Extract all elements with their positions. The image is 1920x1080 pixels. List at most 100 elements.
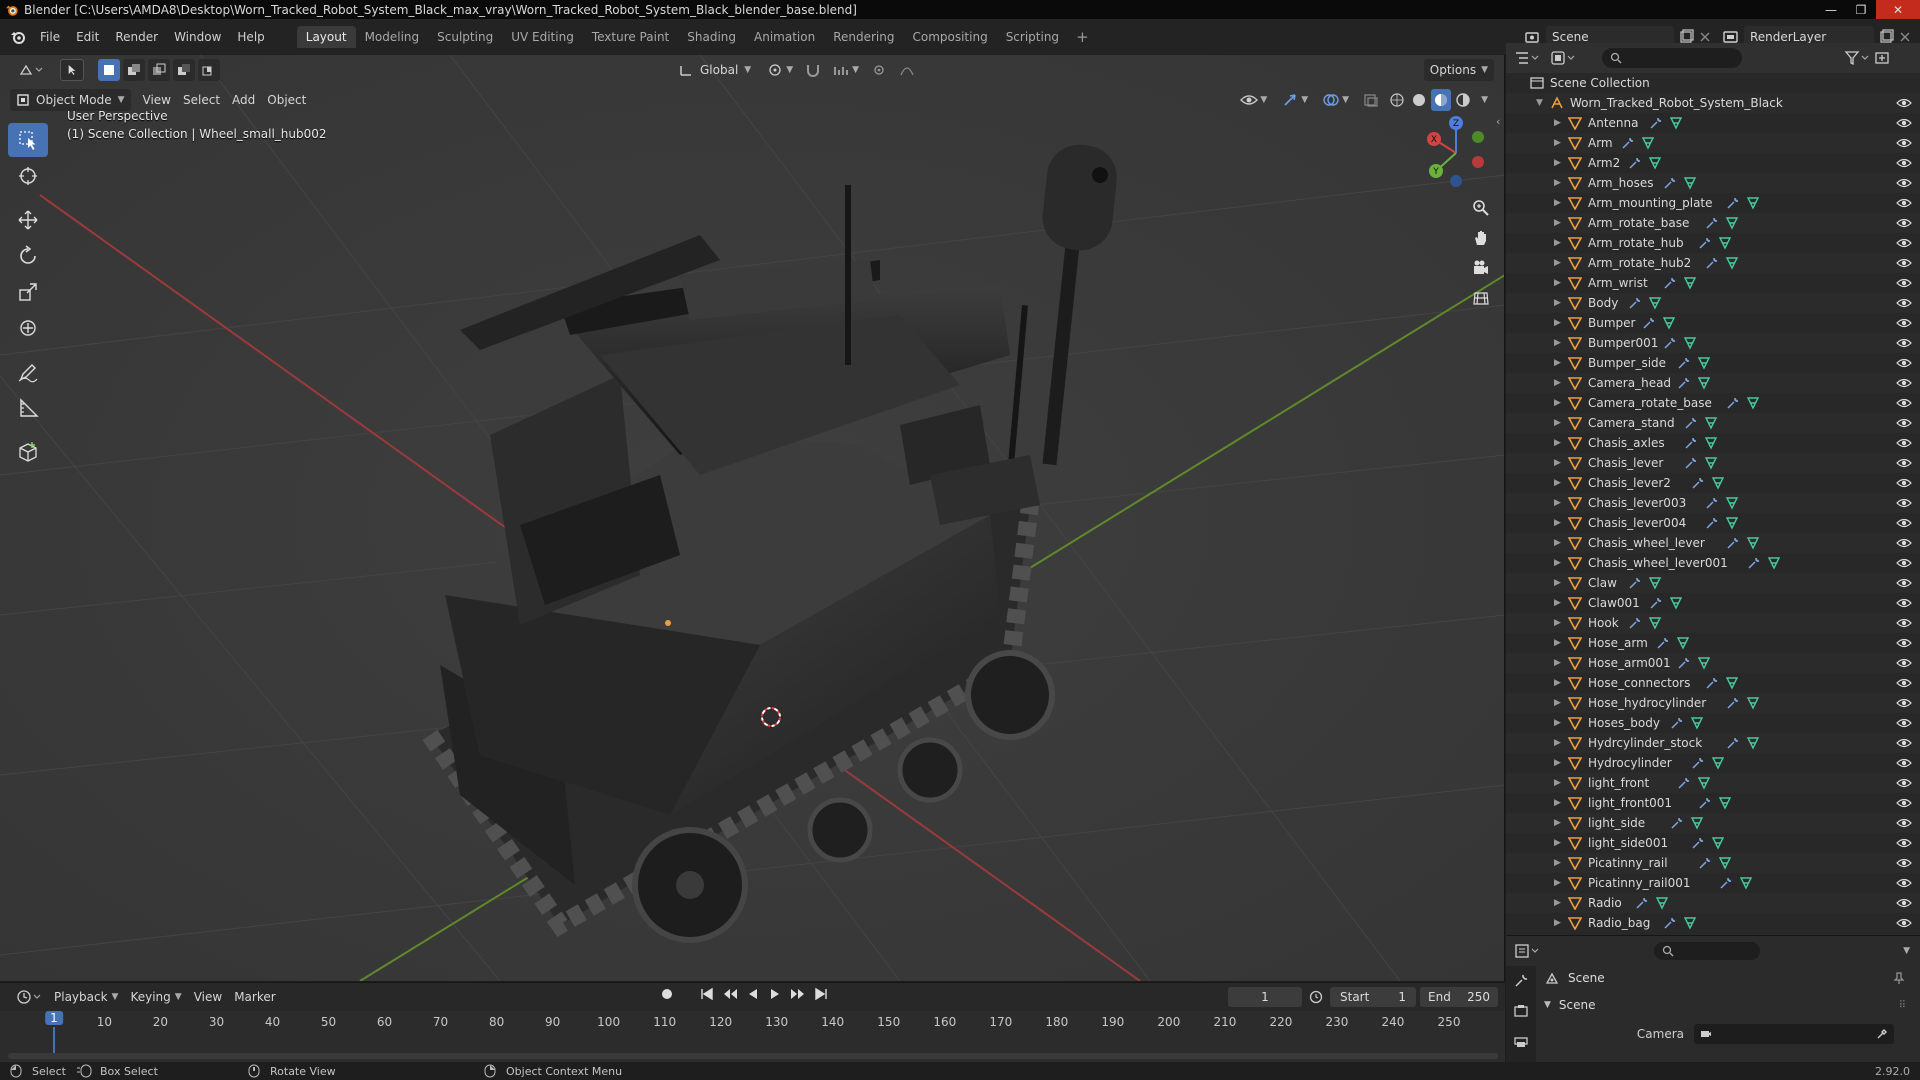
eye-icon[interactable] [1896,237,1912,249]
eye-icon[interactable] [1896,797,1912,809]
overlays-toggle[interactable]: ▼ [1316,89,1355,111]
delete-view-layer-icon[interactable] [1898,30,1912,44]
expand-chevron-icon[interactable]: ▶ [1554,298,1561,308]
outliner-item-radio[interactable]: ▶ Radio [1506,893,1920,913]
pivot-point-dropdown[interactable]: ▼ [761,59,799,81]
outliner-item-arm-rotate-hub2[interactable]: ▶ Arm_rotate_hub2 [1506,253,1920,273]
expand-chevron-icon[interactable]: ▶ [1554,438,1561,448]
eye-icon[interactable] [1896,457,1912,469]
expand-chevron-icon[interactable]: ▶ [1554,598,1561,608]
modifier-wrench-icon[interactable] [1670,816,1684,830]
outliner-item-arm-wrist[interactable]: ▶ Arm_wrist [1506,273,1920,293]
modifier-wrench-icon[interactable] [1684,456,1698,470]
zoom-button[interactable] [1468,195,1494,221]
menu-file[interactable]: File [32,27,68,47]
modifier-wrench-icon[interactable] [1684,436,1698,450]
mesh-data-icon[interactable] [1711,476,1725,490]
outliner-item-bumper001[interactable]: ▶ Bumper001 [1506,333,1920,353]
outliner-item-chasis-lever004[interactable]: ▶ Chasis_lever004 [1506,513,1920,533]
mesh-data-icon[interactable] [1718,856,1732,870]
eye-icon[interactable] [1896,397,1912,409]
expand-chevron-icon[interactable]: ▶ [1554,318,1561,328]
expand-chevron-icon[interactable]: ▶ [1554,118,1561,128]
select-subtract-button[interactable] [148,59,170,81]
expand-chevron-icon[interactable]: ▶ [1554,158,1561,168]
mesh-data-icon[interactable] [1683,276,1697,290]
navigation-gizmo[interactable]: Z X Y [1418,113,1498,193]
eye-icon[interactable] [1896,597,1912,609]
modifier-wrench-icon[interactable] [1649,596,1663,610]
properties-editor-type-icon[interactable] [1514,943,1540,959]
mesh-data-icon[interactable] [1718,796,1732,810]
snap-toggle[interactable] [799,59,827,81]
tab-shading[interactable]: Shading [678,26,745,48]
select-invert-button[interactable] [173,59,195,81]
expand-chevron-icon[interactable]: ▶ [1554,918,1561,928]
eye-icon[interactable] [1896,577,1912,589]
outliner-item-hose-arm001[interactable]: ▶ Hose_arm001 [1506,653,1920,673]
mesh-data-icon[interactable] [1711,836,1725,850]
outliner-item-hook[interactable]: ▶ Hook [1506,613,1920,633]
modifier-wrench-icon[interactable] [1747,556,1761,570]
eye-icon[interactable] [1896,697,1912,709]
mesh-data-icon[interactable] [1683,916,1697,930]
eye-icon[interactable] [1896,637,1912,649]
eye-icon[interactable] [1896,437,1912,449]
pan-button[interactable] [1468,225,1494,251]
select-intersect-button[interactable] [198,59,220,81]
modifier-wrench-icon[interactable] [1705,676,1719,690]
modifier-wrench-icon[interactable] [1705,516,1719,530]
modifier-wrench-icon[interactable] [1628,576,1642,590]
toggle-projection-button[interactable] [1468,285,1494,311]
modifier-wrench-icon[interactable] [1670,716,1684,730]
expand-chevron-icon[interactable]: ▶ [1554,638,1561,648]
tab-output-properties[interactable] [1506,1026,1536,1056]
tab-tool-properties[interactable] [1506,966,1536,996]
modifier-wrench-icon[interactable] [1656,636,1670,650]
panel-drag-handle-icon[interactable]: ⠿ [1899,1000,1906,1011]
shading-options-dropdown[interactable]: ▼ [1475,89,1494,111]
expand-chevron-icon[interactable]: ▶ [1554,578,1561,588]
scene-panel-header[interactable]: ▼ Scene ⠿ [1544,994,1914,1016]
expand-chevron-icon[interactable]: ▶ [1554,538,1561,548]
chevron-down-icon[interactable]: ▼ [1903,946,1910,956]
modifier-wrench-icon[interactable] [1677,376,1691,390]
expand-chevron-icon[interactable]: ▶ [1554,258,1561,268]
modifier-wrench-icon[interactable] [1705,256,1719,270]
shading-material-button[interactable] [1431,89,1452,111]
modifier-wrench-icon[interactable] [1663,336,1677,350]
outliner-item-bumper[interactable]: ▶ Bumper [1506,313,1920,333]
maximize-button[interactable]: ❐ [1846,0,1876,19]
shading-rendered-button[interactable] [1453,89,1473,111]
tab-uv-editing[interactable]: UV Editing [502,26,583,48]
tab-modeling[interactable]: Modeling [356,26,429,48]
outliner-item-arm-mounting-plate[interactable]: ▶ Arm_mounting_plate [1506,193,1920,213]
close-button[interactable]: ✕ [1876,0,1920,19]
expand-chevron-icon[interactable]: ▶ [1554,478,1561,488]
menu-help[interactable]: Help [229,27,272,47]
mesh-data-icon[interactable] [1704,416,1718,430]
tab-render-properties[interactable] [1506,996,1536,1026]
minimize-button[interactable]: — [1816,0,1846,19]
outliner-item-chasis-lever003[interactable]: ▶ Chasis_lever003 [1506,493,1920,513]
mesh-data-icon[interactable] [1697,356,1711,370]
modifier-wrench-icon[interactable] [1677,776,1691,790]
modifier-wrench-icon[interactable] [1691,756,1705,770]
eye-icon[interactable] [1896,757,1912,769]
tab-texture-paint[interactable]: Texture Paint [583,26,678,48]
expand-chevron-icon[interactable]: ▶ [1554,498,1561,508]
outliner-item-chasis-wheel-lever[interactable]: ▶ Chasis_wheel_lever [1506,533,1920,553]
outliner-item-body[interactable]: ▶ Body [1506,293,1920,313]
menu-edit[interactable]: Edit [68,27,107,47]
outliner-scene-collection[interactable]: Scene Collection [1506,73,1920,93]
modifier-wrench-icon[interactable] [1726,196,1740,210]
mesh-data-icon[interactable] [1648,576,1662,590]
modifier-wrench-icon[interactable] [1677,656,1691,670]
mesh-data-icon[interactable] [1648,616,1662,630]
tab-compositing[interactable]: Compositing [903,26,996,48]
mesh-data-icon[interactable] [1690,816,1704,830]
modifier-wrench-icon[interactable] [1628,296,1642,310]
expand-chevron-icon[interactable]: ▶ [1554,898,1561,908]
modifier-wrench-icon[interactable] [1684,416,1698,430]
eye-icon[interactable] [1896,137,1912,149]
